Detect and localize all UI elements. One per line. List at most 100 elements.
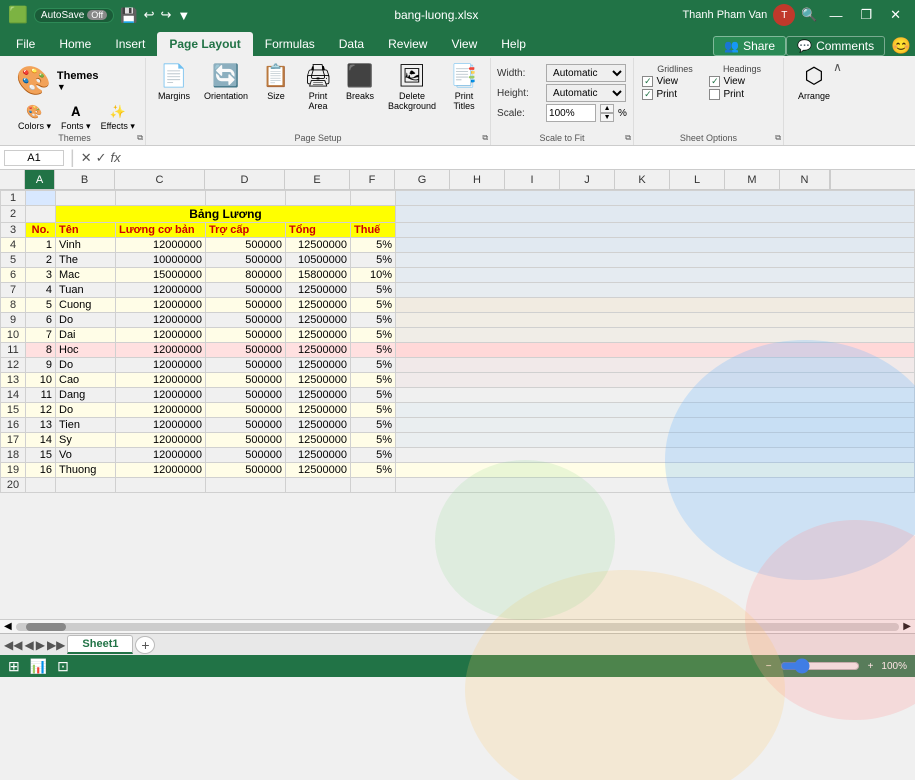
cell-name-16[interactable]: Thuong [56, 463, 116, 478]
layout-view-icon[interactable]: ⊡ [57, 658, 69, 675]
cell-trocap-4[interactable]: 500000 [206, 283, 286, 298]
ribbon-collapse-icon[interactable]: ∧ [833, 60, 842, 74]
cell-c1[interactable] [116, 191, 206, 206]
tab-review[interactable]: Review [376, 32, 439, 56]
cell-name-14[interactable]: Sy [56, 433, 116, 448]
headings-print-checkbox[interactable] [709, 89, 720, 100]
cell-luong-1[interactable]: 12000000 [116, 238, 206, 253]
cell-no-5[interactable]: 5 [26, 298, 56, 313]
col-header-g[interactable]: G [395, 170, 450, 189]
cell-trocap-11[interactable]: 500000 [206, 388, 286, 403]
cell-ext-15[interactable] [396, 448, 915, 463]
cell-g1-ext[interactable] [396, 191, 915, 206]
cell-name-13[interactable]: Tien [56, 418, 116, 433]
cell-tong-14[interactable]: 12500000 [286, 433, 351, 448]
cell-no-10[interactable]: 10 [26, 373, 56, 388]
tab-insert[interactable]: Insert [103, 32, 157, 56]
scale-down-button[interactable]: ▼ [600, 113, 614, 122]
scale-input[interactable] [546, 104, 596, 122]
col-header-b[interactable]: B [55, 170, 115, 189]
col-header-m[interactable]: M [725, 170, 780, 189]
cell-g3-ext[interactable] [396, 223, 915, 238]
pagesetup-expand-icon[interactable]: ⧉ [482, 133, 488, 143]
cell-luong-4[interactable]: 12000000 [116, 283, 206, 298]
cell-ext-5[interactable] [396, 298, 915, 313]
cell-trocap-8[interactable]: 500000 [206, 343, 286, 358]
cell-tong-13[interactable]: 12500000 [286, 418, 351, 433]
cell-no-15[interactable]: 15 [26, 448, 56, 463]
cancel-formula-icon[interactable]: ✕ [81, 150, 92, 166]
cell-ext-8[interactable] [396, 343, 915, 358]
size-button[interactable]: 📋 Size [256, 60, 296, 104]
cell-no-9[interactable]: 9 [26, 358, 56, 373]
tab-formulas[interactable]: Formulas [253, 32, 327, 56]
close-button[interactable]: ✕ [884, 5, 907, 25]
cell-trocap-6[interactable]: 500000 [206, 313, 286, 328]
cell-name-11[interactable]: Dang [56, 388, 116, 403]
cell-no-4[interactable]: 4 [26, 283, 56, 298]
cell-b20[interactable] [56, 478, 116, 493]
cell-no-1[interactable]: 1 [26, 238, 56, 253]
cell-thue-15[interactable]: 5% [351, 448, 396, 463]
cell-e1[interactable] [286, 191, 351, 206]
share-button[interactable]: 👥 Share [713, 36, 786, 56]
scroll-tabs-left-icon[interactable]: ◀◀ [4, 638, 22, 652]
cell-a1[interactable] [26, 191, 56, 206]
cell-trocap-3[interactable]: 800000 [206, 268, 286, 283]
col-header-i[interactable]: I [505, 170, 560, 189]
cell-ext-7[interactable] [396, 328, 915, 343]
cell-tong-11[interactable]: 12500000 [286, 388, 351, 403]
cell-ext-12[interactable] [396, 403, 915, 418]
cell-thue-7[interactable]: 5% [351, 328, 396, 343]
tab-view[interactable]: View [439, 32, 489, 56]
cell-d3[interactable]: Trợ cấp [206, 223, 286, 238]
margins-button[interactable]: 📄 Margins [152, 60, 196, 104]
col-header-e[interactable]: E [285, 170, 350, 189]
cell-luong-14[interactable]: 12000000 [116, 433, 206, 448]
tab-pagelayout[interactable]: Page Layout [157, 32, 252, 56]
cell-ext-3[interactable] [396, 268, 915, 283]
cell-thue-1[interactable]: 5% [351, 238, 396, 253]
cell-b1[interactable] [56, 191, 116, 206]
cell-thue-13[interactable]: 5% [351, 418, 396, 433]
cell-luong-7[interactable]: 12000000 [116, 328, 206, 343]
cell-f3[interactable]: Thuế [351, 223, 396, 238]
cell-ext-13[interactable] [396, 418, 915, 433]
insert-function-icon[interactable]: fx [111, 150, 121, 165]
cell-no-8[interactable]: 8 [26, 343, 56, 358]
cell-name-2[interactable]: The [56, 253, 116, 268]
formula-input[interactable] [125, 152, 911, 164]
scroll-tabs-next-icon[interactable]: ▶ [36, 638, 45, 652]
scroll-tabs-prev-icon[interactable]: ◀ [24, 638, 33, 652]
cell-ext-11[interactable] [396, 388, 915, 403]
cell-thue-5[interactable]: 5% [351, 298, 396, 313]
cell-name-4[interactable]: Tuan [56, 283, 116, 298]
cell-tong-15[interactable]: 12500000 [286, 448, 351, 463]
arrange-button[interactable]: ⬡ Arrange [792, 60, 836, 104]
cell-no-11[interactable]: 11 [26, 388, 56, 403]
cell-trocap-1[interactable]: 500000 [206, 238, 286, 253]
cell-thue-4[interactable]: 5% [351, 283, 396, 298]
undo-icon[interactable]: ↩ [144, 7, 155, 23]
cell-no-3[interactable]: 3 [26, 268, 56, 283]
col-header-l[interactable]: L [670, 170, 725, 189]
cell-b2-title[interactable]: Bảng Lương [56, 206, 396, 223]
cell-thue-10[interactable]: 5% [351, 373, 396, 388]
gridlines-print-checkbox[interactable] [642, 89, 653, 100]
tab-file[interactable]: File [4, 32, 47, 56]
cell-ext-4[interactable] [396, 283, 915, 298]
width-select[interactable]: Automatic 1 page 2 pages [546, 64, 626, 82]
cell-name-9[interactable]: Do [56, 358, 116, 373]
delete-background-button[interactable]: 🖼 DeleteBackground [382, 60, 442, 114]
scroll-tabs-right-icon[interactable]: ▶▶ [47, 638, 65, 652]
tab-home[interactable]: Home [47, 32, 103, 56]
cell-luong-2[interactable]: 10000000 [116, 253, 206, 268]
cell-thue-3[interactable]: 10% [351, 268, 396, 283]
add-sheet-button[interactable]: + [135, 636, 155, 654]
cell-ext-16[interactable] [396, 463, 915, 478]
scale-up-button[interactable]: ▲ [600, 104, 614, 113]
cell-name-6[interactable]: Do [56, 313, 116, 328]
cell-no-12[interactable]: 12 [26, 403, 56, 418]
cell-trocap-12[interactable]: 500000 [206, 403, 286, 418]
horizontal-scrollbar[interactable] [16, 623, 900, 631]
